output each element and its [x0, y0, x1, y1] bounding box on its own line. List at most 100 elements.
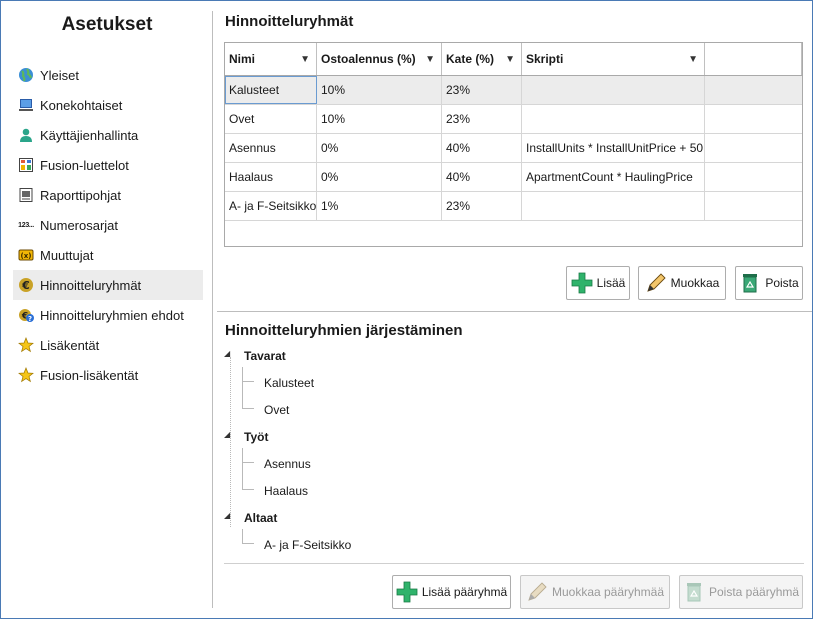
collapse-arrow-icon[interactable]: ◢	[224, 511, 230, 520]
sidebar-item-yleiset[interactable]: Yleiset	[13, 60, 203, 90]
sidebar-item-label: Fusion-luettelot	[40, 157, 129, 173]
plus-icon	[396, 581, 418, 603]
euro-question-icon: €?	[17, 306, 35, 324]
tree-item-asennus[interactable]: Asennus	[264, 457, 311, 471]
tree-line	[242, 448, 243, 490]
sidebar-item-muuttujat[interactable]: (x) Muuttujat	[13, 240, 203, 270]
filter-icon[interactable]: ▼	[505, 54, 515, 65]
trash-icon	[739, 272, 761, 294]
sidebar-item-hinnoitteluryhmat[interactable]: € Hinnoitteluryhmät	[13, 270, 203, 300]
cell-empty	[705, 134, 802, 162]
catalog-icon	[17, 156, 35, 174]
sidebar-item-label: Fusion-lisäkentät	[40, 367, 139, 383]
column-header-empty	[705, 43, 802, 75]
column-header-ostoalennus[interactable]: Ostoalennus (%) ▼	[317, 43, 442, 75]
tree-item-kalusteet[interactable]: Kalusteet	[264, 376, 314, 390]
filter-icon[interactable]: ▼	[300, 54, 310, 65]
collapse-arrow-icon[interactable]: ◢	[224, 430, 230, 439]
add-main-group-button[interactable]: Lisää pääryhmä	[392, 575, 511, 609]
tree-line	[242, 408, 254, 409]
tree-group-altaat[interactable]: Altaat	[244, 511, 277, 525]
tree-line	[242, 381, 254, 382]
pencil-icon	[645, 272, 667, 294]
settings-window: Asetukset Yleiset Konekohtaiset Käyttäji…	[0, 0, 813, 619]
cell-kate[interactable]: 40%	[442, 134, 522, 162]
sidebar-item-kayttajienhallinta[interactable]: Käyttäjienhallinta	[13, 120, 203, 150]
sidebar-nav: Yleiset Konekohtaiset Käyttäjienhallinta…	[13, 60, 203, 390]
table-row[interactable]: Haalaus 0% 40% ApartmentCount * HaulingP…	[225, 163, 802, 192]
cell-nimi[interactable]: A- ja F-Seitsikko	[225, 192, 317, 220]
sidebar-item-hinnoitteluryhmien-ehdot[interactable]: €? Hinnoitteluryhmien ehdot	[13, 300, 203, 330]
sidebar-item-label: Käyttäjienhallinta	[40, 127, 139, 143]
cell-ostoalennus[interactable]: 10%	[317, 76, 442, 104]
delete-pricing-group-button[interactable]: Poista	[735, 266, 803, 300]
sidebar-item-fusion-lisakentat[interactable]: Fusion-lisäkentät	[13, 360, 203, 390]
cell-empty	[705, 192, 802, 220]
tree-item-haalaus[interactable]: Haalaus	[264, 484, 308, 498]
table-row[interactable]: Ovet 10% 23%	[225, 105, 802, 134]
cell-ostoalennus[interactable]: 0%	[317, 134, 442, 162]
edit-pricing-group-button[interactable]: Muokkaa	[638, 266, 726, 300]
sidebar-item-label: Numerosarjat	[40, 217, 119, 233]
table-row[interactable]: Asennus 0% 40% InstallUnits * InstallUni…	[225, 134, 802, 163]
sidebar-item-label: Muuttujat	[40, 247, 94, 263]
cell-empty	[705, 163, 802, 191]
sidebar-item-lisakentat[interactable]: Lisäkentät	[13, 330, 203, 360]
cell-nimi[interactable]: Kalusteet	[225, 76, 317, 104]
pencil-icon	[526, 581, 548, 603]
cell-empty	[705, 105, 802, 133]
table-row[interactable]: A- ja F-Seitsikko 1% 23%	[225, 192, 802, 221]
column-header-kate[interactable]: Kate (%) ▼	[442, 43, 522, 75]
filter-icon[interactable]: ▼	[425, 54, 435, 65]
collapse-arrow-icon[interactable]: ◢	[224, 349, 230, 358]
cell-kate[interactable]: 40%	[442, 163, 522, 191]
cell-skripti[interactable]	[522, 192, 705, 220]
globe-icon	[17, 66, 35, 84]
number-series-icon: 123...	[18, 221, 34, 229]
sidebar-item-fusion-luettelot[interactable]: Fusion-luettelot	[13, 150, 203, 180]
svg-text:(x): (x)	[21, 252, 32, 260]
grid-header: Nimi ▼ Ostoalennus (%) ▼ Kate (%) ▼ Skripti…	[225, 43, 802, 76]
cell-ostoalennus[interactable]: 0%	[317, 163, 442, 191]
star-icon	[17, 366, 35, 384]
tree-item-a-ja-f-seitsikko[interactable]: A- ja F-Seitsikko	[264, 538, 351, 552]
cell-ostoalennus[interactable]: 10%	[317, 105, 442, 133]
delete-main-group-button[interactable]: Poista pääryhmä	[679, 575, 803, 609]
cell-skripti[interactable]: ApartmentCount * HaulingPrice	[522, 163, 705, 191]
sidebar-item-raporttipohjat[interactable]: Raporttipohjat	[13, 180, 203, 210]
bottom-divider	[224, 563, 804, 564]
report-icon	[17, 186, 35, 204]
sidebar-item-label: Hinnoitteluryhmät	[40, 277, 142, 293]
sidebar-item-konekohtaiset[interactable]: Konekohtaiset	[13, 90, 203, 120]
column-header-skripti[interactable]: Skripti ▼	[522, 43, 705, 75]
cell-nimi[interactable]: Asennus	[225, 134, 317, 162]
tree-item-ovet[interactable]: Ovet	[264, 403, 289, 417]
tree-line	[242, 543, 254, 544]
cell-skripti[interactable]: InstallUnits * InstallUnitPrice + 50	[522, 134, 705, 162]
section-divider	[217, 311, 812, 312]
sidebar-item-numerosarjat[interactable]: 123... Numerosarjat	[13, 210, 203, 240]
cell-nimi[interactable]: Ovet	[225, 105, 317, 133]
plus-icon	[571, 272, 593, 294]
tree-line	[242, 529, 243, 543]
column-header-nimi[interactable]: Nimi ▼	[225, 43, 317, 75]
cell-kate[interactable]: 23%	[442, 192, 522, 220]
cell-kate[interactable]: 23%	[442, 105, 522, 133]
filter-icon[interactable]: ▼	[688, 54, 698, 65]
sidebar-divider	[212, 11, 213, 608]
edit-main-group-button[interactable]: Muokkaa pääryhmää	[520, 575, 670, 609]
table-row[interactable]: Kalusteet 10% 23%	[225, 76, 802, 105]
cell-nimi[interactable]: Haalaus	[225, 163, 317, 191]
cell-kate[interactable]: 23%	[442, 76, 522, 104]
cell-skripti[interactable]	[522, 76, 705, 104]
euro-icon: €	[17, 276, 35, 294]
sidebar: Asetukset Yleiset Konekohtaiset Käyttäji…	[1, 1, 213, 618]
cell-skripti[interactable]	[522, 105, 705, 133]
sidebar-item-label: Konekohtaiset	[40, 97, 123, 113]
svg-text:?: ?	[28, 315, 32, 323]
cell-ostoalennus[interactable]: 1%	[317, 192, 442, 220]
tree-group-tavarat[interactable]: Tavarat	[244, 349, 286, 363]
tree-group-tyot[interactable]: Työt	[244, 430, 268, 444]
cell-empty	[705, 76, 802, 104]
add-pricing-group-button[interactable]: Lisää	[566, 266, 630, 300]
